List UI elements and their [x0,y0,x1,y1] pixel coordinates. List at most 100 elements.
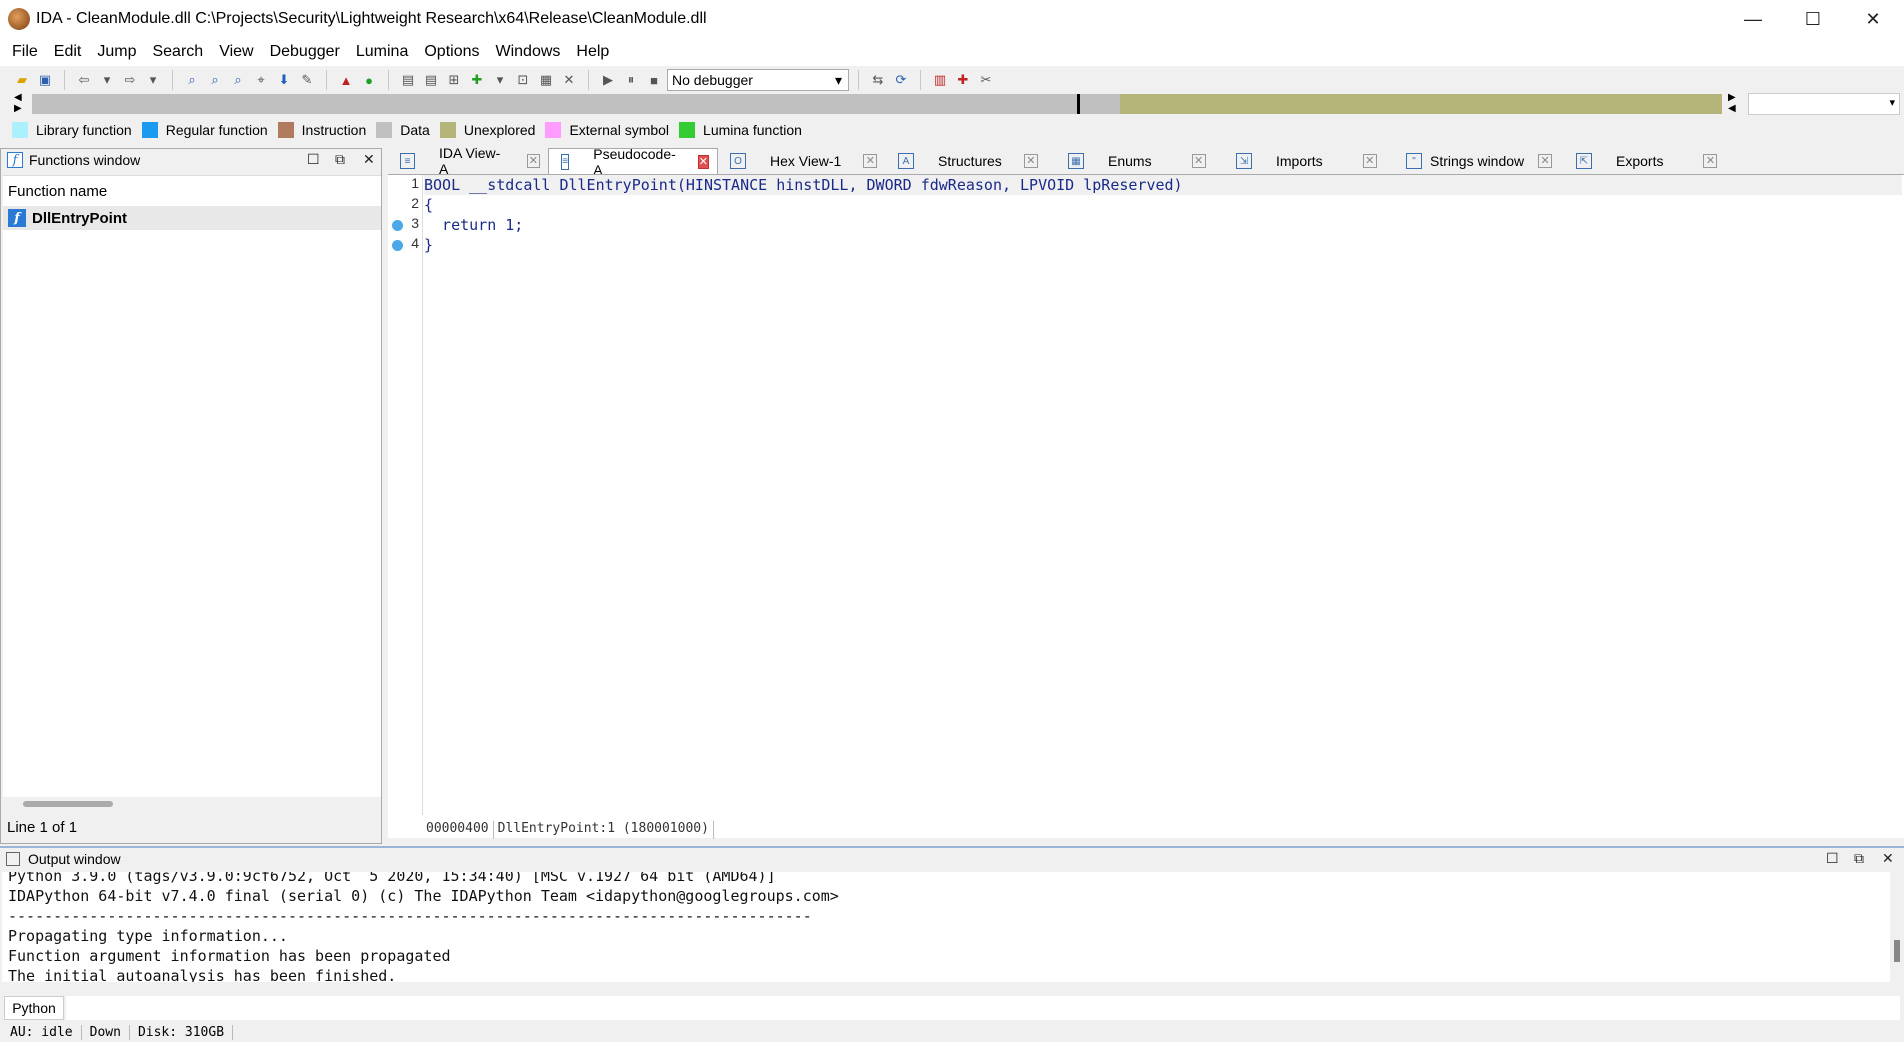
menu-lumina[interactable]: Lumina [348,43,416,61]
add-breakpoint-icon[interactable]: ✚ [953,70,973,90]
pane-float-icon[interactable]: ⧉ [1854,850,1864,867]
run-analysis-icon[interactable]: ● [359,70,379,90]
log-line: ----------------------------------------… [8,907,812,925]
menu-help[interactable]: Help [568,43,617,61]
menu-jump[interactable]: Jump [89,43,144,61]
save-icon[interactable]: ▣ [35,70,55,90]
rename-icon[interactable]: ✎ [297,70,317,90]
legend-item: Library function [12,122,132,138]
window-title: IDA - CleanModule.dll C:\Projects\Securi… [36,10,707,27]
tab-close-icon[interactable]: ✕ [1362,154,1377,168]
tab-exports[interactable]: ⇱ Exports ✕ [1564,148,1728,174]
function-row[interactable]: f DllEntryPoint [3,206,381,230]
pause-icon[interactable]: ⏸ [621,70,641,90]
pane-float-icon[interactable]: ⧉ [335,151,345,168]
nav-left-arrow-icon[interactable]: ◀ ▶ [14,92,22,114]
maximize-button[interactable]: ☐ [1784,0,1842,38]
tab-ida-view-a[interactable]: ≡ IDA View-A ✕ [388,145,548,177]
menu-search[interactable]: Search [144,43,211,61]
play-icon[interactable]: ▶ [598,70,618,90]
tab-strings-window[interactable]: " Strings window ✕ [1394,148,1564,174]
struct-icon[interactable]: ⊡ [513,70,533,90]
tab-close-icon[interactable]: ✕ [526,154,540,168]
pane-maximize-icon[interactable]: ☐ [1826,850,1839,867]
legend-swatch [277,122,294,138]
undefine-icon[interactable]: ✕ [559,70,579,90]
code-line[interactable]: return 1; [424,215,1902,235]
tab-hex-view-1[interactable]: O Hex View-1 ✕ [718,148,886,174]
nav-cursor[interactable] [1077,94,1080,114]
delete-breakpoint-icon[interactable]: ✂ [976,70,996,90]
tab-close-icon[interactable]: ✕ [863,154,878,168]
nav-segment-select[interactable]: ▾ [1748,93,1900,115]
code-line[interactable]: { [424,195,1902,215]
open-folder-icon[interactable]: ▰ [12,70,32,90]
stop-icon[interactable]: ■ [644,70,664,90]
close-button[interactable]: ✕ [1844,0,1902,38]
toolbar: ▰ ▣ ⇦ ▾ ⇨ ▾ ⌕ ⌕ ⌕ ⌖ ⬇ ✎ ▲ ● ▤ ▤ ⊞ ✚ ▾ ⊡ … [0,66,1904,94]
tab-close-icon[interactable]: ✕ [1191,154,1206,168]
jump-down-icon[interactable]: ⬇ [274,70,294,90]
add-item-icon[interactable]: ✚ [467,70,487,90]
nav-track[interactable] [32,94,1722,114]
make-code-icon[interactable]: ▤ [398,70,418,90]
nav-right-arrow-icon[interactable]: ▶ ◀ [1728,92,1736,114]
breakpoint-dot-icon[interactable] [392,240,403,251]
search-direction[interactable]: Down [82,1024,130,1040]
navigation-band[interactable]: ◀ ▶ ▶ ◀ [10,92,1736,116]
pane-close-icon[interactable]: ✕ [363,151,375,168]
tab-close-icon[interactable]: ✕ [697,154,709,169]
menu-view[interactable]: View [211,43,261,61]
code-line[interactable]: } [424,235,1902,255]
pane-maximize-icon[interactable]: ☐ [307,151,320,168]
tab-pseudocode-a[interactable]: ≡ Pseudocode-A ✕ [548,146,718,178]
menu-windows[interactable]: Windows [487,43,568,61]
forward-arrow-icon[interactable]: ⇨ [120,70,140,90]
search-binary-icon[interactable]: ⌕ [205,70,225,90]
log-line: Propagating type information... [8,927,288,945]
breakpoint-list-icon[interactable]: ▥ [930,70,950,90]
menu-edit[interactable]: Edit [46,43,90,61]
menu-file[interactable]: File [4,43,46,61]
code-area[interactable]: BOOL __stdcall DllEntryPoint(HINSTANCE h… [424,175,1902,255]
column-header-function-name[interactable]: Function name [3,176,381,206]
back-arrow-icon[interactable]: ⇦ [74,70,94,90]
search-text-icon[interactable]: ⌕ [182,70,202,90]
pane-close-icon[interactable]: ✕ [1882,850,1894,867]
make-data-icon[interactable]: ▤ [421,70,441,90]
tab-structures[interactable]: A Structures ✕ [886,148,1056,174]
make-function-icon[interactable]: ⊞ [444,70,464,90]
pseudocode-editor[interactable]: 1 2 3 4 BOOL __stdcall DllEntryPoint(HIN… [388,174,1904,839]
array-icon[interactable]: ▦ [536,70,556,90]
cli-input[interactable] [66,996,1900,1020]
search-next-icon[interactable]: ⌖ [251,70,271,90]
debugger-attach-icon[interactable]: ⇆ [868,70,888,90]
tab-enums[interactable]: ▦ Enums ✕ [1056,148,1224,174]
log-line: Python 3.9.0 (tags/v3.9.0:9cf6752, Oct 5… [8,872,776,885]
tab-close-icon[interactable]: ✕ [1703,154,1718,168]
horizontal-scrollbar[interactable] [23,801,113,807]
add-dropdown-icon[interactable]: ▾ [490,70,510,90]
chevron-down-icon: ▾ [1889,97,1895,109]
code-line[interactable]: BOOL __stdcall DllEntryPoint(HINSTANCE h… [424,175,1902,195]
menu-debugger[interactable]: Debugger [262,43,348,61]
sync-icon[interactable]: ⟳ [891,70,911,90]
functions-list[interactable]: Function name f DllEntryPoint [3,175,381,797]
tab-close-icon[interactable]: ✕ [1023,154,1038,168]
chevron-down-icon: ▾ [834,71,842,88]
autoanalysis-status: AU: idle [2,1024,82,1040]
back-dropdown-icon[interactable]: ▾ [97,70,117,90]
tab-imports[interactable]: ⇲ Imports ✕ [1224,148,1394,174]
python-cli-button[interactable]: Python [4,996,64,1020]
search-immediate-icon[interactable]: ⌕ [228,70,248,90]
menu-options[interactable]: Options [416,43,487,61]
graph-view-icon[interactable]: ▲ [336,70,356,90]
forward-dropdown-icon[interactable]: ▾ [143,70,163,90]
tab-close-icon[interactable]: ✕ [1538,154,1553,168]
line-number: 2 [411,195,419,211]
minimize-button[interactable]: — [1724,0,1782,38]
vertical-scrollbar[interactable] [1894,940,1900,962]
debugger-select[interactable]: No debugger ▾ [667,69,849,91]
breakpoint-dot-icon[interactable] [392,220,403,231]
output-log[interactable]: Python 3.9.0 (tags/v3.9.0:9cf6752, Oct 5… [2,872,1890,982]
